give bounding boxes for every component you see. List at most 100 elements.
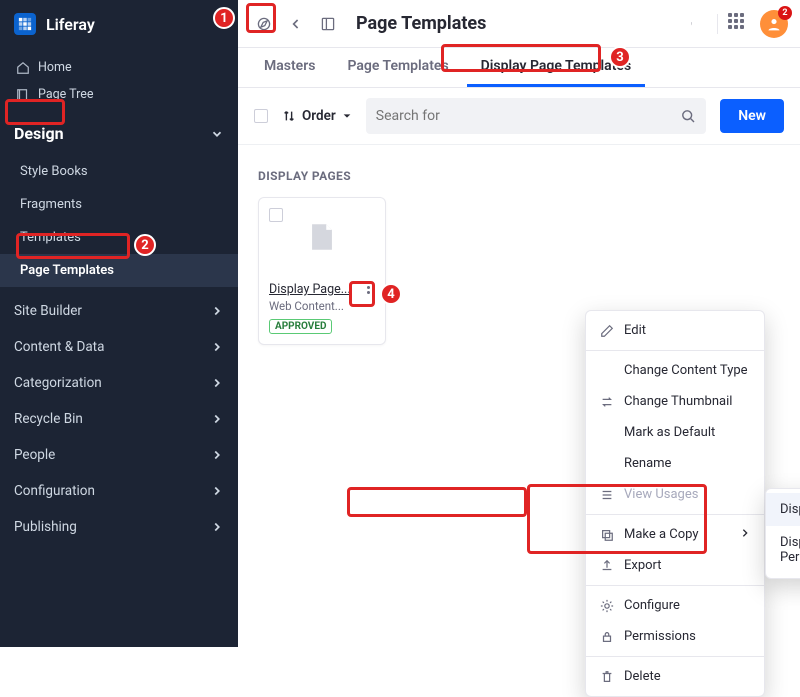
- chevron-right-icon: [210, 520, 224, 534]
- brand-name: Liferay: [46, 15, 95, 34]
- submenu-display-page-permissions[interactable]: Display Page With Permissions: [766, 526, 800, 574]
- nav-fragments[interactable]: Fragments: [0, 188, 238, 221]
- menu-change-content-type[interactable]: Change Content Type: [586, 355, 764, 386]
- new-button[interactable]: New: [720, 99, 784, 133]
- tab-masters[interactable]: Masters: [250, 48, 329, 87]
- search-field[interactable]: [366, 98, 706, 134]
- nav-site-builder-label: Site Builder: [14, 303, 82, 319]
- divider: [717, 14, 718, 34]
- chevron-right-icon: [210, 376, 224, 390]
- nav-recycle-bin[interactable]: Recycle Bin: [0, 401, 238, 437]
- nav-design[interactable]: Design: [0, 114, 238, 153]
- chevron-right-icon: [210, 340, 224, 354]
- order-button[interactable]: Order: [282, 108, 352, 124]
- apps-menu-icon[interactable]: [728, 13, 750, 35]
- nav-page-templates[interactable]: Page Templates: [0, 254, 238, 287]
- menu-change-thumbnail[interactable]: Change Thumbnail: [586, 386, 764, 417]
- pencil-icon: [600, 324, 614, 338]
- actions-menu: Edit Change Content Type Change Thumbnai…: [585, 310, 765, 697]
- menu-edit[interactable]: Edit: [586, 315, 764, 346]
- nav-design-label: Design: [14, 124, 64, 143]
- search-input[interactable]: [376, 108, 680, 124]
- menu-make-copy[interactable]: Make a Copy: [586, 519, 764, 550]
- chevron-right-icon: [210, 412, 224, 426]
- nav-home-label: Home: [38, 60, 72, 75]
- menu-separator: [586, 514, 764, 515]
- nav-people[interactable]: People: [0, 437, 238, 473]
- nav-publishing[interactable]: Publishing: [0, 509, 238, 545]
- section-label: DISPLAY PAGES: [258, 169, 780, 183]
- menu-view-usages: View Usages: [586, 479, 764, 510]
- card-subtitle: Web Content...: [269, 299, 375, 313]
- menu-edit-label: Edit: [624, 323, 646, 338]
- nav-configuration[interactable]: Configuration: [0, 473, 238, 509]
- chevron-right-icon: [210, 484, 224, 498]
- notification-badge: 2: [778, 6, 792, 20]
- menu-delete-label: Delete: [624, 669, 661, 684]
- chevron-right-icon: [210, 304, 224, 318]
- menu-permissions-label: Permissions: [624, 629, 696, 644]
- nav-design-children: Style Books Fragments Templates Page Tem…: [0, 153, 238, 293]
- menu-separator: [586, 585, 764, 586]
- chevron-down-icon: [210, 127, 224, 141]
- menu-view-usages-label: View Usages: [624, 487, 698, 502]
- submenu-display-page[interactable]: Display Page: [766, 493, 800, 526]
- sidebar: Liferay Home Page Tree Design Style Book…: [0, 0, 238, 647]
- back-icon[interactable]: [282, 10, 310, 38]
- search-icon: [680, 108, 696, 124]
- trash-icon: [600, 670, 614, 684]
- topbar: Page Templates 2: [238, 0, 800, 48]
- status-badge: APPROVED: [269, 319, 332, 334]
- gear-icon: [600, 599, 614, 613]
- menu-mark-default[interactable]: Mark as Default: [586, 417, 764, 448]
- callout-num-1: 1: [213, 7, 235, 29]
- compass-icon[interactable]: [250, 10, 278, 38]
- nav-home[interactable]: Home: [10, 54, 228, 81]
- menu-separator: [586, 656, 764, 657]
- menu-change-thumbnail-label: Change Thumbnail: [624, 394, 732, 409]
- nav-content-data[interactable]: Content & Data: [0, 329, 238, 365]
- nav-content-data-label: Content & Data: [14, 339, 104, 355]
- nav-recycle-bin-label: Recycle Bin: [14, 411, 83, 427]
- make-copy-submenu: Display Page Display Page With Permissio…: [765, 488, 800, 579]
- nav-page-tree[interactable]: Page Tree: [10, 81, 228, 108]
- menu-mark-default-label: Mark as Default: [624, 425, 715, 440]
- card-thumbnail: [259, 198, 385, 276]
- menu-export[interactable]: Export: [586, 550, 764, 581]
- page-tree-icon: [16, 88, 30, 102]
- nav-categorization[interactable]: Categorization: [0, 365, 238, 401]
- display-page-card[interactable]: Display Page... Web Content... APPROVED: [258, 197, 386, 345]
- copy-icon: [600, 528, 614, 542]
- page-icon: [305, 220, 339, 254]
- menu-delete[interactable]: Delete: [586, 661, 764, 692]
- home-icon: [16, 61, 30, 75]
- user-avatar[interactable]: 2: [760, 10, 788, 38]
- menu-make-copy-label: Make a Copy: [624, 527, 699, 542]
- menu-permissions[interactable]: Permissions: [586, 621, 764, 652]
- callout-num-4: 4: [380, 283, 402, 305]
- card-actions-button[interactable]: [357, 276, 379, 298]
- sort-icon: [282, 109, 296, 123]
- menu-export-label: Export: [624, 558, 662, 573]
- export-icon: [600, 559, 614, 573]
- menu-change-content-type-label: Change Content Type: [624, 363, 748, 378]
- product-menu-toggle-icon[interactable]: [314, 10, 342, 38]
- nav-publishing-label: Publishing: [14, 519, 77, 535]
- select-all-checkbox[interactable]: [254, 109, 268, 123]
- nav-style-books[interactable]: Style Books: [0, 155, 238, 188]
- nav-categorization-label: Categorization: [14, 375, 102, 391]
- caret-down-icon: [342, 111, 352, 121]
- card-checkbox[interactable]: [269, 208, 283, 222]
- nav-page-tree-label: Page Tree: [38, 87, 94, 102]
- tab-page-templates[interactable]: Page Templates: [333, 48, 462, 87]
- menu-rename-label: Rename: [624, 456, 671, 471]
- page-title: Page Templates: [356, 13, 486, 34]
- actions-icon[interactable]: [679, 10, 707, 38]
- menu-rename[interactable]: Rename: [586, 448, 764, 479]
- brand-logo: [14, 13, 36, 35]
- liferay-icon: [18, 17, 32, 31]
- menu-separator: [586, 350, 764, 351]
- nav-templates[interactable]: Templates: [0, 221, 238, 254]
- menu-configure[interactable]: Configure: [586, 590, 764, 621]
- nav-site-builder[interactable]: Site Builder: [0, 293, 238, 329]
